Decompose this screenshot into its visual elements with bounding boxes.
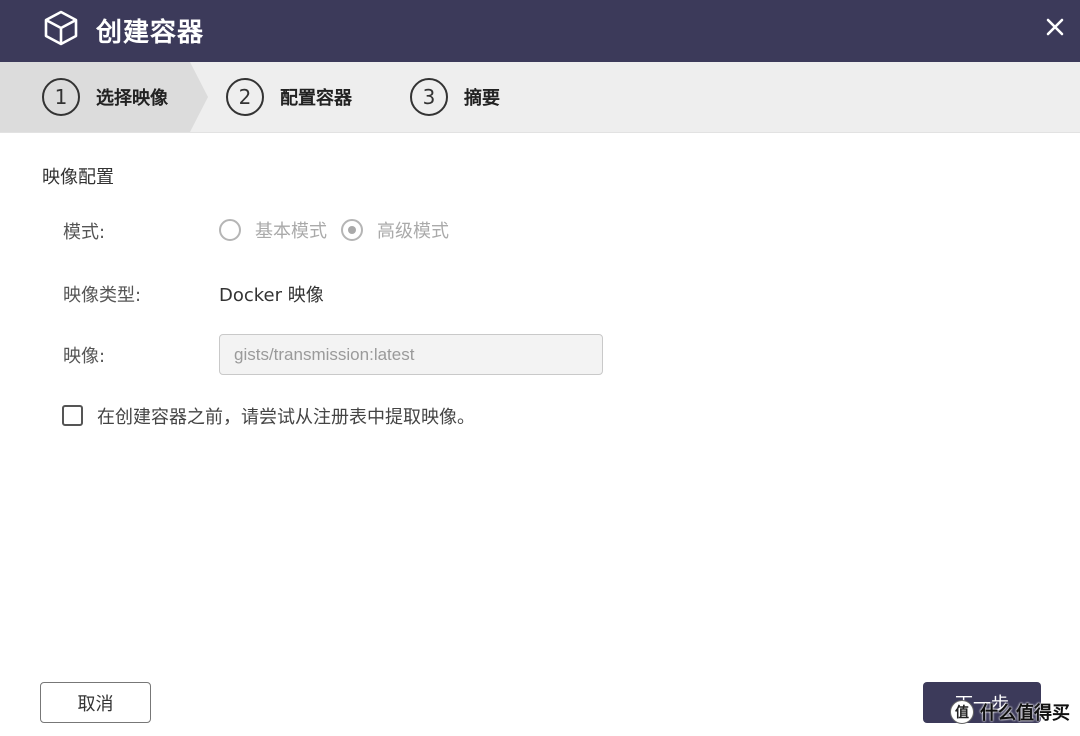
step-label: 配置容器 [280,88,352,109]
step-number: 1 [42,78,80,116]
step-summary[interactable]: 3 摘要 [410,62,500,132]
step-number: 3 [410,78,448,116]
image-type-value: Docker 映像 [219,285,324,306]
window-title: 创建容器 [96,18,205,48]
watermark: 值 什么值得买 [950,699,1070,725]
cancel-button[interactable]: 取消 [40,682,151,723]
step-label: 摘要 [464,88,500,109]
step-number: 2 [226,78,264,116]
mode-label: 模式: [63,222,106,243]
cube-icon [44,10,78,46]
section-title: 映像配置 [42,167,114,188]
basic-mode-label: 基本模式 [255,221,327,242]
basic-mode-radio[interactable] [219,219,241,241]
pull-image-checkbox[interactable] [62,405,83,426]
image-label: 映像: [63,346,106,367]
close-icon[interactable] [1040,12,1070,42]
watermark-logo: 值 [950,700,974,724]
step-configure-container[interactable]: 2 配置容器 [226,62,352,132]
advanced-mode-radio[interactable] [341,219,363,241]
title-bar: 创建容器 [0,0,1080,62]
wizard-stepper: 1 选择映像 2 配置容器 3 摘要 [0,62,1080,133]
image-type-label: 映像类型: [63,285,142,306]
step-label: 选择映像 [96,88,168,109]
mode-radio-group: 基本模式 高级模式 [219,217,463,243]
image-input[interactable] [219,334,603,375]
watermark-text: 什么值得买 [980,703,1070,724]
step-select-image[interactable]: 1 选择映像 [42,62,168,132]
pull-image-label: 在创建容器之前，请尝试从注册表中提取映像。 [97,407,475,428]
advanced-mode-label: 高级模式 [377,221,449,242]
